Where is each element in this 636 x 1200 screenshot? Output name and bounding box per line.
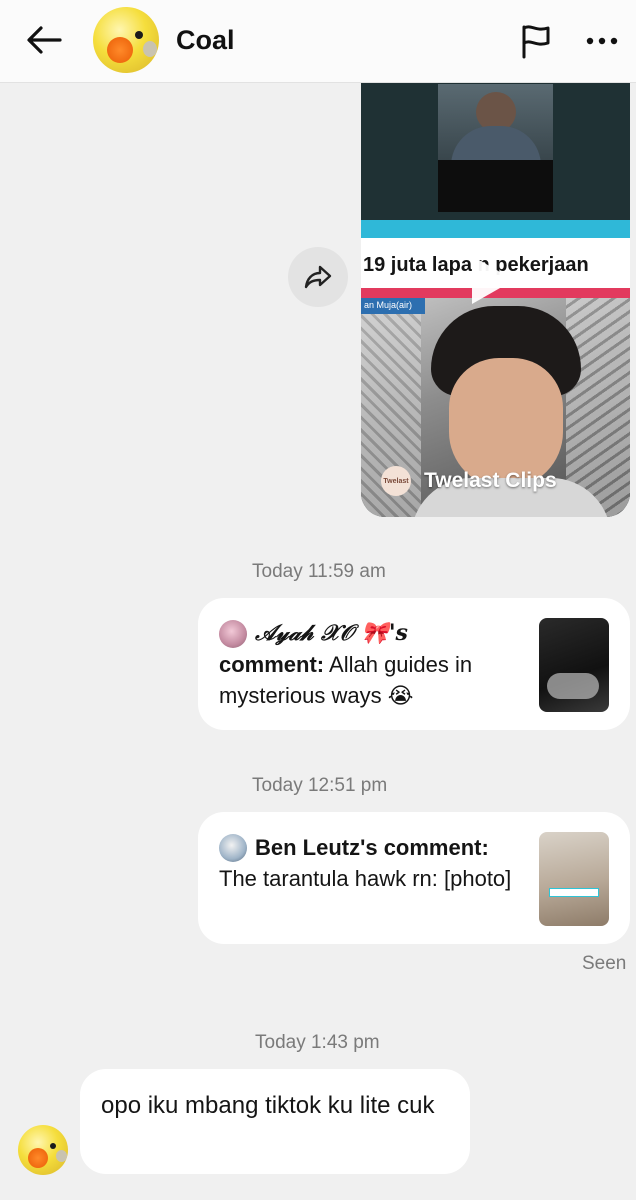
more-options-button[interactable] bbox=[580, 20, 624, 62]
more-horizontal-icon bbox=[586, 37, 618, 45]
message-timestamp: Today 11:59 am bbox=[252, 561, 386, 582]
chat-header: Coal bbox=[0, 0, 636, 83]
comment-video-thumbnail bbox=[539, 832, 609, 926]
play-icon[interactable] bbox=[472, 256, 514, 304]
incoming-message-text: opo iku mbang tiktok ku lite cuk bbox=[101, 1092, 435, 1119]
message-timestamp: Today 1:43 pm bbox=[255, 1032, 380, 1053]
video-thumbnail-top bbox=[361, 60, 630, 220]
channel-logo: Twelast bbox=[381, 466, 411, 496]
back-button[interactable] bbox=[22, 20, 66, 60]
shared-comment-card[interactable]: Ben Leutz's comment: The tarantula hawk … bbox=[198, 812, 630, 944]
comment-text: The tarantula hawk rn: [photo] bbox=[219, 866, 512, 891]
channel-name: Twelast Clips bbox=[424, 469, 557, 492]
flag-icon bbox=[522, 25, 550, 59]
video-caption-strip: an Muja(air) bbox=[361, 298, 425, 314]
report-button[interactable] bbox=[514, 20, 558, 62]
message-timestamp: Today 12:51 pm bbox=[252, 775, 388, 796]
contact-name[interactable]: Coal bbox=[176, 25, 235, 56]
incoming-message-bubble[interactable]: opo iku mbang tiktok ku lite cuk bbox=[80, 1069, 470, 1174]
shared-video-card[interactable]: 19 juta lapa n pekerjaan an Muja(air) Tw… bbox=[361, 60, 630, 517]
seen-status: Seen bbox=[582, 953, 627, 974]
arrow-left-icon bbox=[27, 26, 62, 54]
forward-button[interactable] bbox=[288, 247, 348, 307]
comment-label: comment: bbox=[219, 652, 325, 677]
comment-author: 𝒜𝓎𝒶𝒽 𝒳𝒪 🎀's bbox=[255, 620, 408, 646]
contact-avatar[interactable] bbox=[93, 7, 159, 73]
share-arrow-icon bbox=[304, 265, 332, 289]
comment-author: Ben Leutz's comment: bbox=[255, 835, 489, 860]
sender-avatar[interactable] bbox=[18, 1125, 68, 1175]
video-channel: Twelast Twelast Clips bbox=[381, 466, 557, 496]
shared-comment-card[interactable]: 𝒜𝓎𝒶𝒽 𝒳𝒪 🎀's comment: Allah guides in mys… bbox=[198, 598, 630, 730]
comment-video-thumbnail bbox=[539, 618, 609, 712]
